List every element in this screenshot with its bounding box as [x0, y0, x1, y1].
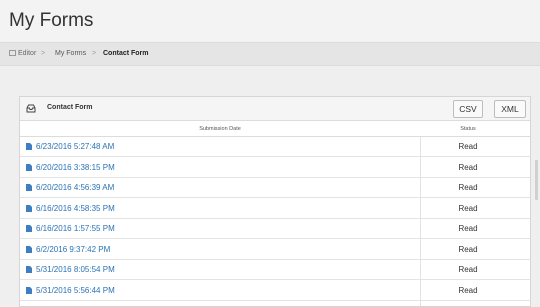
column-submission-date[interactable]: Submission Date	[20, 126, 420, 132]
document-icon	[26, 286, 32, 294]
table-row[interactable]: 6/20/2016 4:56:39 AM Read	[20, 178, 530, 198]
table-row[interactable]: 6/16/2016 4:58:35 PM Read	[20, 199, 530, 219]
breadcrumb-my-forms[interactable]: My Forms	[55, 50, 86, 57]
breadcrumb-separator: >	[92, 50, 97, 57]
status-value: Read	[458, 183, 478, 192]
status-value: Read	[458, 224, 478, 233]
status-value: Read	[458, 203, 478, 213]
status-value: Read	[458, 244, 478, 254]
submission-date-link[interactable]: 6/2/2016 9:37:42 PM	[36, 245, 110, 254]
submission-date-link[interactable]: 5/31/2016 5:56:44 PM	[36, 286, 115, 295]
status-value: Read	[458, 285, 478, 295]
submission-date-link[interactable]: 6/20/2016 4:56:39 AM	[36, 183, 114, 192]
table-row[interactable]: 5/31/2016 5:56:44 PM Read	[20, 281, 530, 301]
submission-date-link[interactable]: 6/23/2016 5:27:48 AM	[36, 142, 114, 151]
table-row[interactable]: 6/20/2016 3:38:15 PM Read	[20, 158, 530, 178]
document-icon	[26, 245, 32, 253]
breadcrumb-separator: >	[41, 50, 46, 57]
page-title: My Forms	[9, 10, 94, 31]
document-icon	[26, 143, 32, 150]
inbox-icon	[26, 104, 36, 113]
document-icon	[26, 225, 32, 232]
table-header: Submission Date Status	[20, 121, 530, 137]
column-status[interactable]: Status	[420, 126, 516, 132]
table-row[interactable]: 6/23/2016 5:27:48 AM Read	[20, 137, 530, 157]
submission-date-link[interactable]: 5/31/2016 8:05:54 PM	[36, 265, 115, 274]
breadcrumb-editor[interactable]: Editor	[9, 50, 36, 57]
submission-date-link[interactable]: 6/20/2016 3:38:15 PM	[36, 163, 115, 172]
status-value: Read	[458, 265, 478, 274]
panel-header: Contact Form CSV XML	[20, 97, 530, 121]
page-header: My Forms	[0, 0, 540, 42]
status-value: Read	[458, 142, 478, 151]
status-value: Read	[458, 162, 478, 172]
document-icon	[26, 163, 32, 171]
document-icon	[26, 184, 32, 191]
document-icon	[26, 204, 32, 212]
panel-title: Contact Form	[47, 104, 93, 111]
breadcrumb-editor-label: Editor	[18, 50, 37, 57]
table-row[interactable]: 6/2/2016 9:37:42 PM Read	[20, 240, 530, 260]
csv-export-button[interactable]: CSV	[453, 100, 483, 118]
document-icon	[26, 266, 32, 273]
breadcrumb: Editor > My Forms > Contact Form	[0, 42, 540, 66]
edit-icon	[9, 50, 16, 56]
submission-date-link[interactable]: 6/16/2016 4:58:35 PM	[36, 204, 115, 213]
table-row[interactable]: 5/31/2016 8:05:54 PM Read	[20, 260, 530, 280]
submissions-panel: Contact Form CSV XML Submission Date Sta…	[19, 96, 531, 307]
breadcrumb-current: Contact Form	[103, 50, 149, 57]
xml-export-button[interactable]: XML	[494, 100, 526, 118]
submission-date-link[interactable]: 6/16/2016 1:57:55 PM	[36, 224, 115, 233]
scrollbar[interactable]	[535, 160, 538, 200]
table-row[interactable]: 6/16/2016 1:57:55 PM Read	[20, 219, 530, 239]
